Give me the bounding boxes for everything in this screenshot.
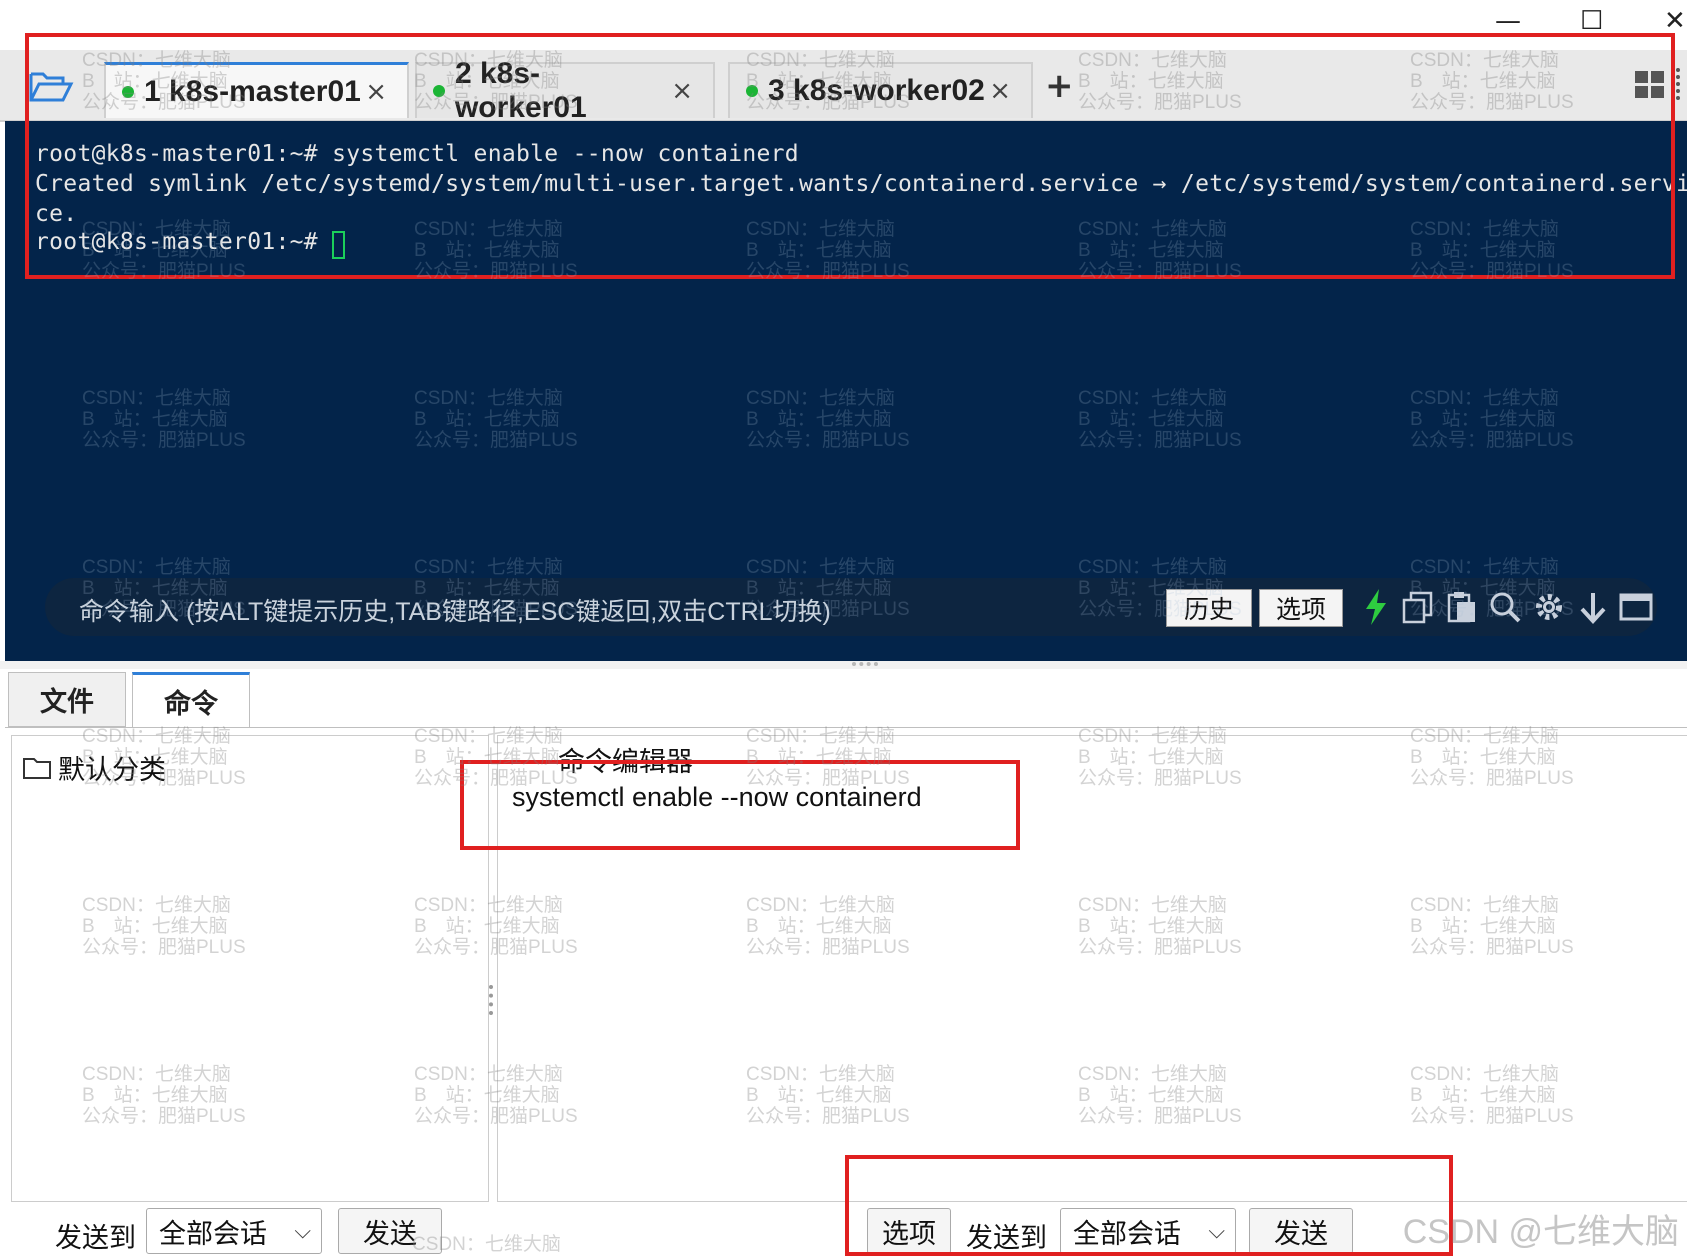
gear-icon[interactable] [1532,590,1566,624]
send-target-value: 全部会话 [159,1218,267,1249]
tab-session-1[interactable]: 1 k8s-master01 × [104,62,409,118]
terminal-cursor [332,230,346,259]
session-tab-bar: 1 k8s-master01 × 2 k8s-worker01 × 3 k8s-… [0,50,1687,124]
command-editor-panel: 命令编辑器 systemctl enable --now containerd [497,735,1687,1202]
options-button[interactable]: 选项 [1259,589,1343,627]
editor-options-button[interactable]: 选项 [867,1208,951,1254]
terminal-prompt-line: root@k8s-master01:~# [35,229,346,259]
editor-send-target-value: 全部会话 [1073,1218,1181,1249]
send-button[interactable]: 发送 [338,1208,442,1254]
tab-commands[interactable]: 命令 [132,672,250,727]
terminal-line: root@k8s-master01:~# systemctl enable --… [35,141,799,167]
editor-text[interactable]: systemctl enable --now containerd [512,782,922,812]
tab-label: 3 k8s-worker02 [768,74,985,107]
editor-title: 命令编辑器 [558,747,693,777]
add-tab-button[interactable]: + [1045,66,1074,106]
command-input-bar[interactable]: 命令输入 (按ALT键提示历史,TAB键路径,ESC键返回,双击CTRL切换) … [45,578,1657,636]
window-icon[interactable] [1619,592,1653,622]
maximize-button[interactable]: ☐ [1580,6,1603,36]
lightning-icon[interactable] [1363,588,1389,626]
arrow-down-icon[interactable] [1578,590,1608,624]
tab-label: 2 k8s-worker01 [454,57,587,124]
terminal-line: Created symlink /etc/systemd/system/mult… [35,171,1687,197]
search-icon[interactable] [1489,591,1521,623]
history-button[interactable]: 历史 [1166,589,1252,627]
connection-status-icon [433,85,445,97]
splitter-grip-icon[interactable] [852,662,878,670]
editor-send-button[interactable]: 发送 [1249,1208,1353,1254]
chevron-down-icon: ⌵ [1208,1218,1225,1243]
command-input-hint[interactable]: 命令输入 (按ALT键提示历史,TAB键路径,ESC键返回,双击CTRL切换) [79,592,831,628]
more-icon[interactable] [1676,68,1686,100]
tab-session-2[interactable]: 2 k8s-worker01 × [415,57,715,124]
tab-session-3[interactable]: 3 k8s-worker02 × [728,62,1033,118]
corner-watermark: CSDN @七维大脑 [1402,1213,1679,1251]
connection-status-icon [122,85,134,98]
close-tab-icon[interactable]: × [671,76,693,106]
send-target-select[interactable]: 全部会话 ⌵ [146,1208,322,1254]
terminal-prompt: root@k8s-master01:~# [35,229,333,255]
connection-status-icon [746,85,758,97]
grid-icon[interactable] [1634,70,1666,100]
close-tab-icon[interactable]: × [365,77,387,107]
editor-send-to-label: 发送到 [966,1223,1047,1253]
command-editor-input[interactable]: systemctl enable --now containerd [512,782,1682,832]
terminal-line: ce. [35,201,78,227]
folder-icon [23,757,51,779]
folder-open-icon[interactable] [28,68,74,104]
minimize-button[interactable]: — [1495,6,1521,36]
tab-label: 1 k8s-master01 [144,74,361,108]
editor-send-target-select[interactable]: 全部会话 ⌵ [1060,1208,1236,1254]
chevron-down-icon: ⌵ [294,1218,311,1243]
copy-icon[interactable] [1401,590,1435,624]
tab-files[interactable]: 文件 [8,672,126,727]
paste-icon[interactable] [1445,590,1479,624]
category-default[interactable]: 默认分类 [22,748,166,787]
command-category-panel: 默认分类 [11,735,489,1202]
send-to-label: 发送到 [55,1223,136,1253]
close-window-button[interactable]: ✕ [1664,6,1686,36]
pane-splitter[interactable] [0,661,1687,669]
category-label: 默认分类 [58,755,166,785]
close-tab-icon[interactable]: × [989,76,1011,106]
